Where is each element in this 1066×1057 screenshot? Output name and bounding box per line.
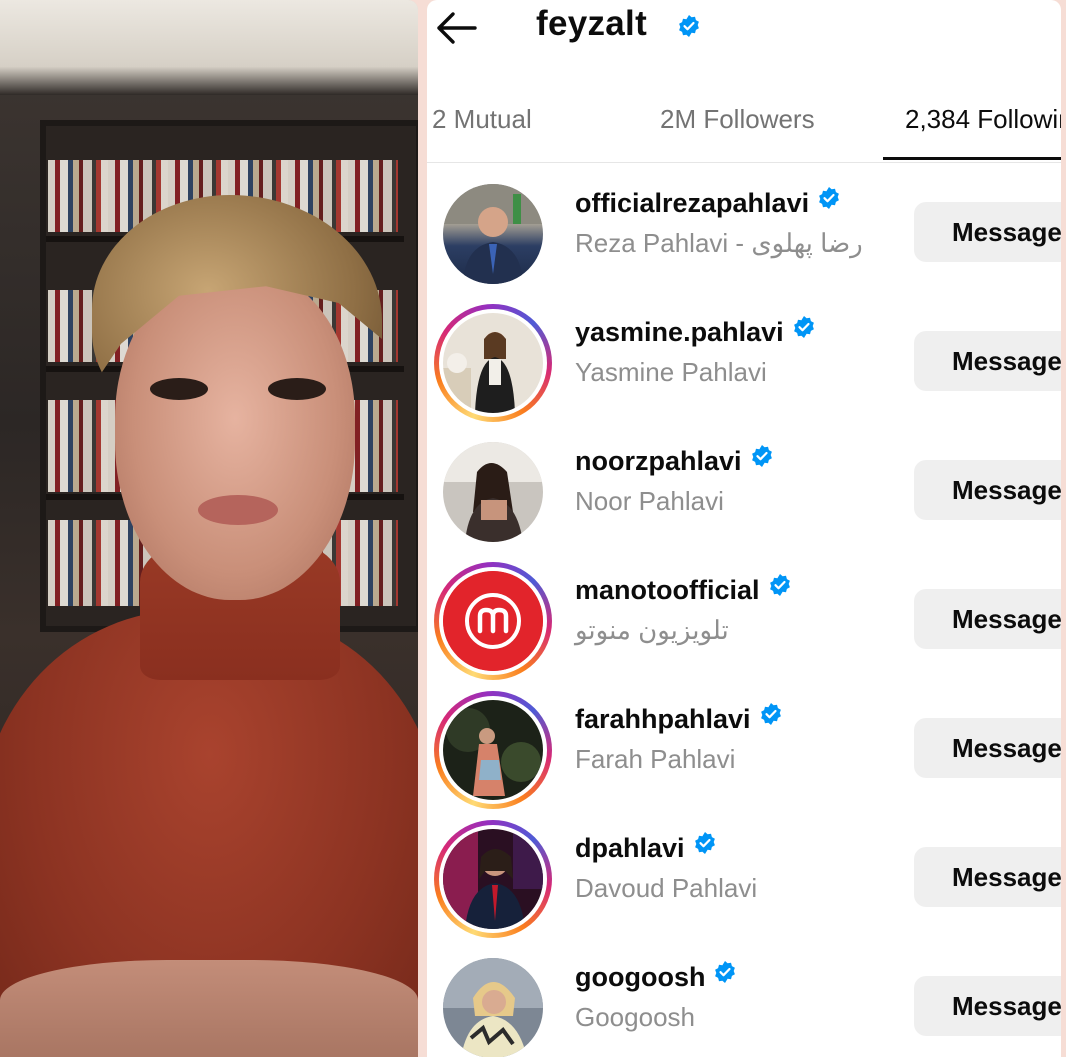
account-username[interactable]: officialrezapahlavi bbox=[575, 186, 841, 220]
profile-header: feyzalt bbox=[427, 0, 1061, 58]
list-item[interactable]: noorzpahlavi Noor Pahlavi Message bbox=[427, 430, 1061, 559]
tab-followers[interactable]: 2M Followers bbox=[660, 104, 815, 135]
account-full-name: Farah Pahlavi bbox=[575, 744, 736, 774]
username-text[interactable]: dpahlavi bbox=[575, 833, 685, 863]
verified-badge-icon bbox=[759, 702, 783, 733]
message-button[interactable]: Message bbox=[914, 331, 1061, 391]
verified-badge-icon bbox=[713, 960, 737, 991]
avatar[interactable] bbox=[434, 562, 552, 680]
username-text[interactable]: officialrezapahlavi bbox=[575, 188, 809, 218]
avatar[interactable] bbox=[434, 433, 552, 551]
verified-badge-icon bbox=[677, 14, 701, 43]
account-full-name: Noor Pahlavi bbox=[575, 486, 724, 516]
avatar[interactable] bbox=[434, 949, 552, 1057]
username-text[interactable]: farahhpahlavi bbox=[575, 704, 751, 734]
list-item[interactable]: officialrezapahlavi Reza Pahlavi - رضا پ… bbox=[427, 172, 1061, 301]
verified-badge-icon bbox=[817, 186, 841, 217]
follow-tabs: 2 Mutual 2M Followers 2,384 Following bbox=[427, 90, 1061, 163]
message-button[interactable]: Message bbox=[914, 847, 1061, 907]
username-text[interactable]: yasmine.pahlavi bbox=[575, 317, 784, 347]
verified-badge-icon bbox=[750, 444, 774, 475]
arrow-left-icon[interactable] bbox=[435, 8, 477, 48]
avatar[interactable] bbox=[434, 175, 552, 293]
account-full-name: Reza Pahlavi - رضا پهلوی bbox=[575, 228, 863, 258]
face bbox=[115, 270, 355, 600]
username-text[interactable]: manotoofficial bbox=[575, 575, 760, 605]
account-full-name: Yasmine Pahlavi bbox=[575, 357, 767, 387]
message-button[interactable]: Message bbox=[914, 460, 1061, 520]
verified-badge-icon bbox=[693, 831, 717, 862]
account-username[interactable]: googoosh bbox=[575, 960, 737, 994]
message-button[interactable]: Message bbox=[914, 976, 1061, 1036]
avatar[interactable] bbox=[434, 304, 552, 422]
avatar[interactable] bbox=[434, 820, 552, 938]
wall-background bbox=[0, 0, 418, 95]
list-item[interactable]: manotoofficial تلویزیون منوتو Message bbox=[427, 559, 1061, 688]
account-username[interactable]: yasmine.pahlavi bbox=[575, 315, 816, 349]
account-full-name: تلویزیون منوتو bbox=[575, 615, 729, 645]
avatar[interactable] bbox=[434, 691, 552, 809]
verified-badge-icon bbox=[792, 315, 816, 346]
active-tab-indicator bbox=[883, 157, 1061, 160]
account-full-name: Davoud Pahlavi bbox=[575, 873, 758, 903]
account-username[interactable]: farahhpahlavi bbox=[575, 702, 783, 736]
list-item[interactable]: farahhpahlavi Farah Pahlavi Message bbox=[427, 688, 1061, 817]
message-button[interactable]: Message bbox=[914, 202, 1061, 262]
profile-username: feyzalt bbox=[536, 4, 648, 43]
arms bbox=[0, 960, 418, 1057]
manoto-logo-icon bbox=[443, 571, 543, 671]
lips bbox=[198, 495, 278, 525]
message-button[interactable]: Message bbox=[914, 589, 1061, 649]
message-button[interactable]: Message bbox=[914, 718, 1061, 778]
left-eye bbox=[150, 378, 208, 400]
list-item[interactable]: googoosh Googoosh Message bbox=[427, 946, 1061, 1057]
right-eye bbox=[268, 378, 326, 400]
tab-mutual[interactable]: 2 Mutual bbox=[432, 104, 532, 135]
list-item[interactable]: dpahlavi Davoud Pahlavi Message bbox=[427, 817, 1061, 946]
account-username[interactable]: dpahlavi bbox=[575, 831, 717, 865]
account-full-name: Googoosh bbox=[575, 1002, 695, 1032]
video-frame bbox=[0, 0, 418, 1057]
verified-badge-icon bbox=[768, 573, 792, 604]
account-username[interactable]: manotoofficial bbox=[575, 573, 792, 607]
username-text[interactable]: googoosh bbox=[575, 962, 705, 992]
following-panel: feyzalt 2 Mutual 2M Followers 2,384 Foll… bbox=[427, 0, 1061, 1057]
tab-following[interactable]: 2,384 Following bbox=[905, 104, 1061, 135]
username-text[interactable]: noorzpahlavi bbox=[575, 446, 742, 476]
account-username[interactable]: noorzpahlavi bbox=[575, 444, 774, 478]
list-item[interactable]: yasmine.pahlavi Yasmine Pahlavi Message bbox=[427, 301, 1061, 430]
